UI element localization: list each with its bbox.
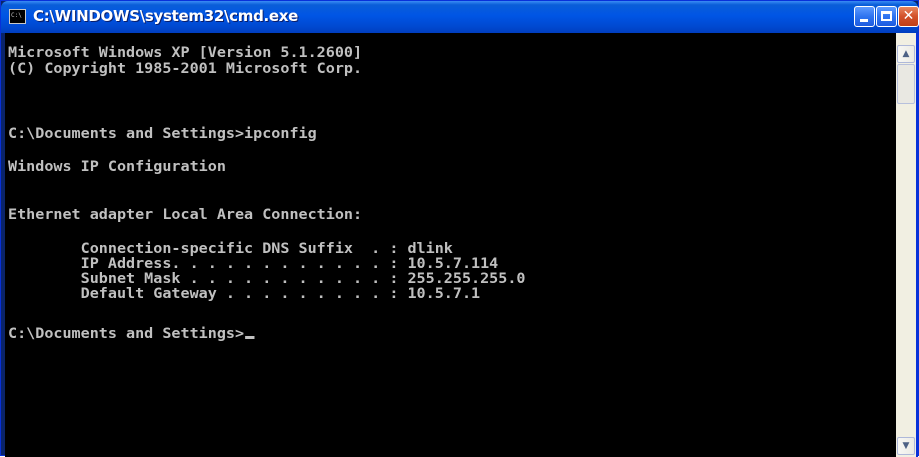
window-frame-right: [916, 33, 918, 457]
maximize-button[interactable]: [876, 6, 897, 27]
maximize-icon: [881, 11, 892, 21]
console-line: Default Gateway . . . . . . . . . : 10.5…: [8, 286, 481, 302]
window-title: C:\WINDOWS\system32\cmd.exe: [33, 7, 299, 25]
close-button[interactable]: ✕: [898, 6, 919, 27]
console-line: C:\Documents and Settings>ipconfig: [8, 126, 317, 142]
text-cursor: [245, 336, 255, 339]
command-prompt[interactable]: C:\Documents and Settings>: [8, 326, 255, 342]
console-line: IP Address. . . . . . . . . . . . : 10.5…: [8, 256, 499, 272]
minimize-button[interactable]: [854, 6, 875, 27]
minimize-icon: [860, 19, 868, 22]
vertical-scrollbar[interactable]: ▲ ▼: [896, 33, 916, 457]
cmd-window: C:\WINDOWS\system32\cmd.exe ✕ Microsoft …: [0, 0, 919, 457]
prompt-text: C:\Documents and Settings>: [8, 326, 245, 342]
scroll-down-button[interactable]: ▼: [897, 437, 915, 455]
console-line: Subnet Mask . . . . . . . . . . . : 255.…: [8, 271, 526, 287]
close-icon: ✕: [902, 8, 915, 24]
scrollbar-thumb[interactable]: [897, 64, 915, 104]
console-line: Ethernet adapter Local Area Connection:: [8, 207, 363, 223]
title-bar[interactable]: C:\WINDOWS\system32\cmd.exe ✕: [1, 1, 919, 33]
console-output[interactable]: Microsoft Windows XP [Version 5.1.2600] …: [5, 33, 896, 457]
arrow-up-icon: ▲: [902, 49, 910, 59]
console-icon[interactable]: [9, 9, 26, 24]
scroll-up-button[interactable]: ▲: [897, 45, 915, 63]
console-line: (C) Copyright 1985-2001 Microsoft Corp.: [8, 61, 363, 77]
console-line: Microsoft Windows XP [Version 5.1.2600]: [8, 45, 363, 61]
console-line: Windows IP Configuration: [8, 159, 226, 175]
console-line: Connection-specific DNS Suffix . : dlink: [8, 241, 453, 257]
arrow-down-icon: ▼: [902, 441, 910, 451]
